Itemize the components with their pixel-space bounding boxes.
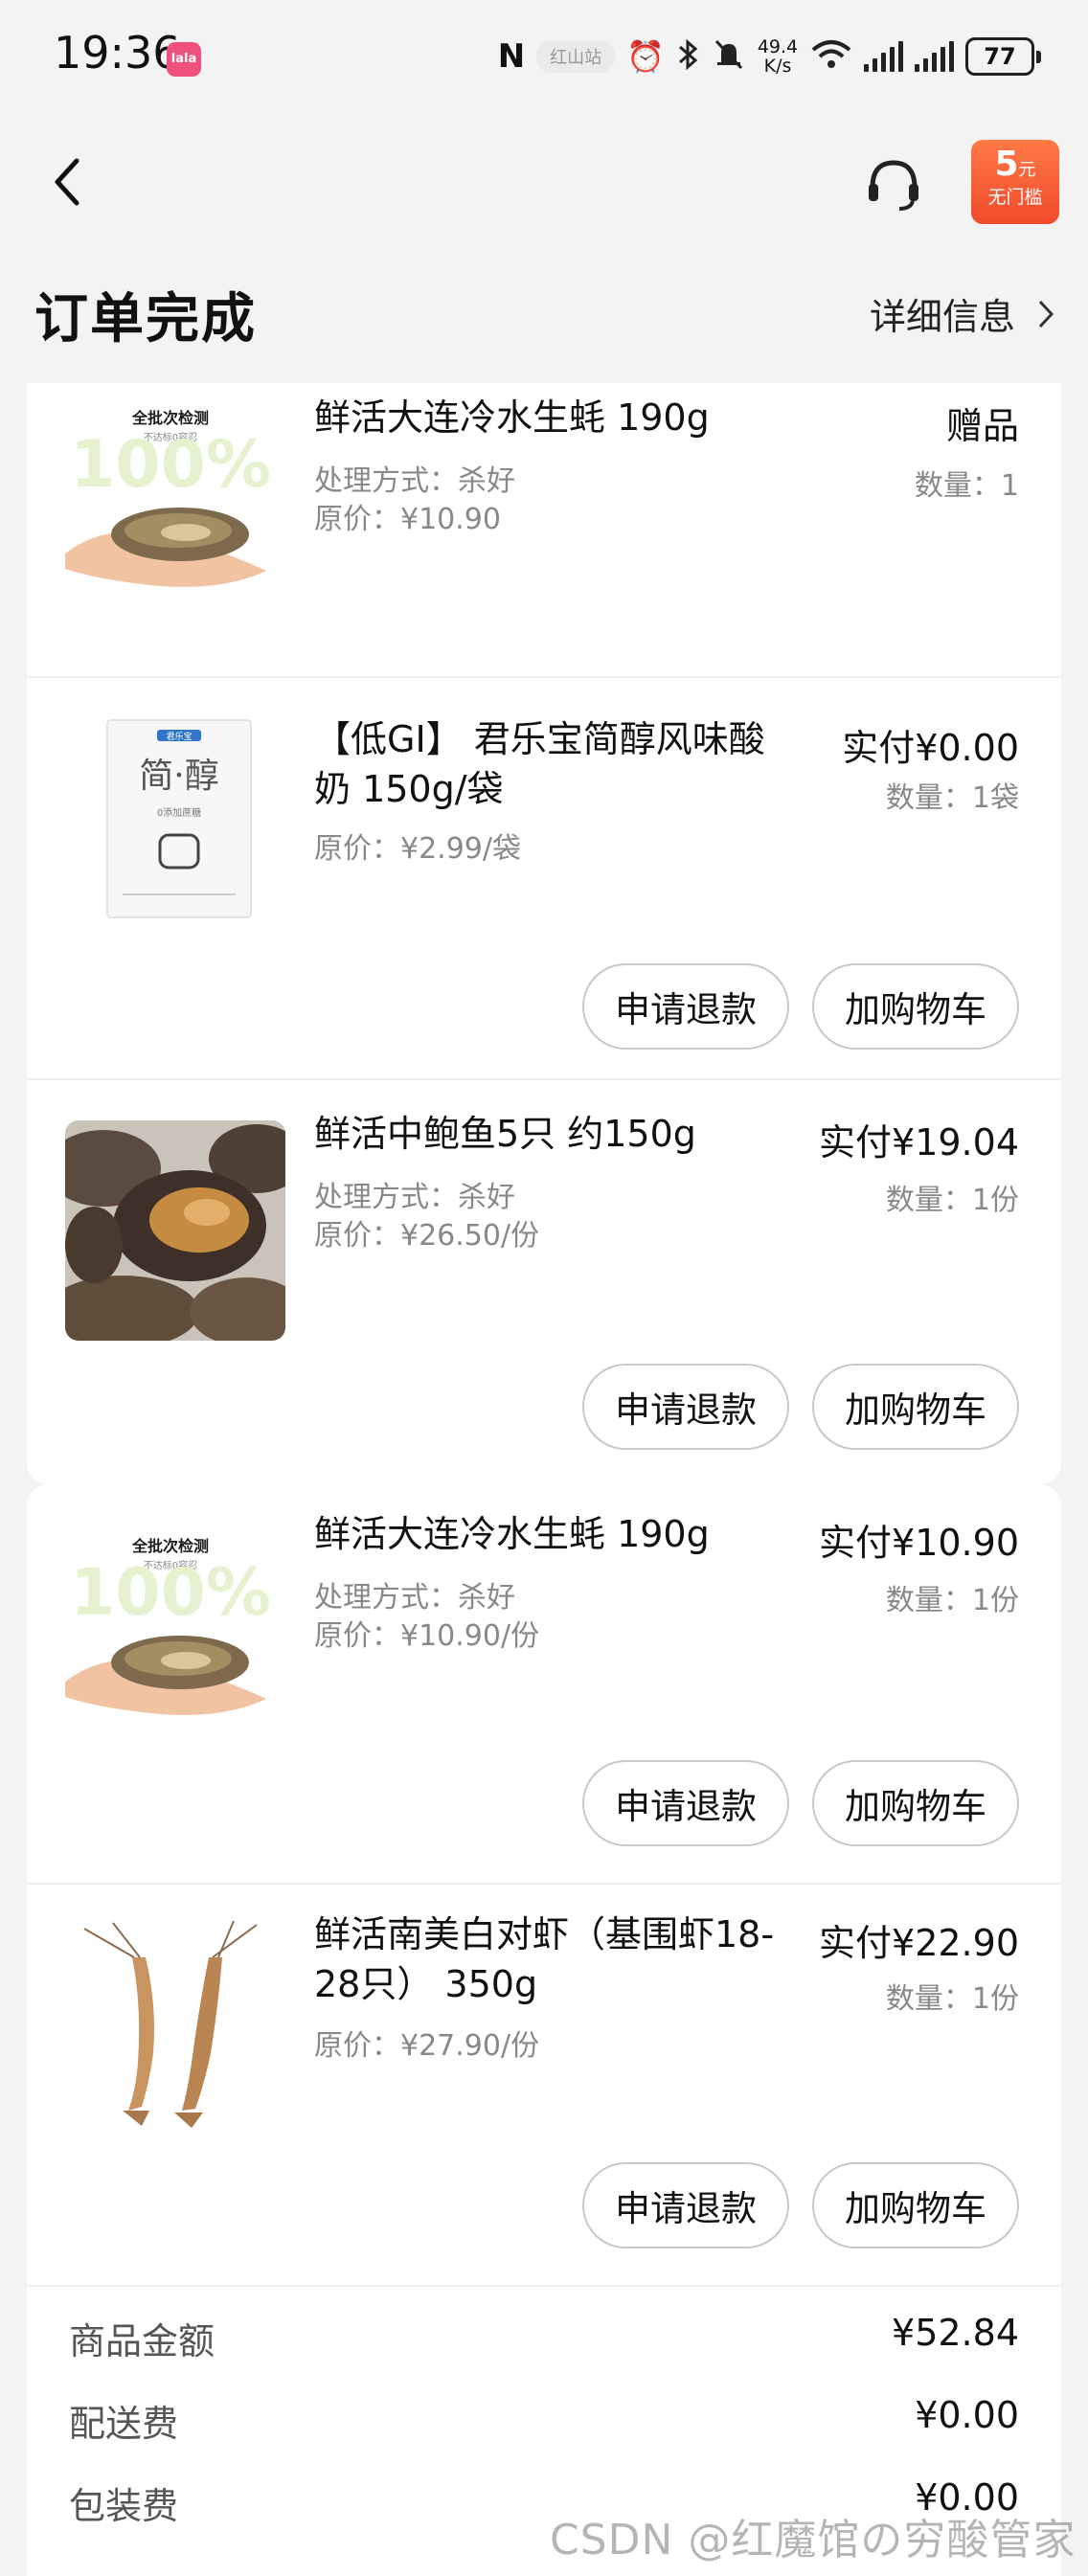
item-name: 鲜活南美白对虾（基围虾18-28只） 350g	[314, 1913, 775, 2005]
refund-button[interactable]: 申请退款	[582, 2162, 789, 2248]
refund-button[interactable]: 申请退款	[582, 963, 789, 1050]
summary-row-goods-amount: 商品金额 ¥52.84	[69, 2312, 1019, 2388]
summary-label: 包装费	[69, 2485, 179, 2527]
detail-info-link[interactable]: 详细信息	[870, 287, 1055, 340]
oyster-image: 全批次检测 不达标0容忍 100%	[65, 391, 285, 611]
item-original-price: 原价：¥27.90/份	[314, 2029, 540, 2063]
item-original-price: 原价：¥10.90	[314, 503, 501, 536]
item-name: 鲜活大连冷水生蚝 190g	[314, 396, 710, 439]
item-paid-price: 实付¥22.90	[819, 1922, 1019, 1964]
order-complete-page: 19:36 lala N 红山站 ⏰ 49.4 K/s 77 5元 无门槛 订单…	[0, 0, 1088, 2576]
nfc-icon: N	[497, 37, 526, 76]
order-item[interactable]: 全批次检测 不达标0容忍 100% 鲜活大连冷水生蚝 190g 处理方式：杀好 …	[27, 383, 1061, 678]
item-quantity: 数量：1	[914, 469, 1019, 503]
summary-label: 配送费	[69, 2403, 179, 2445]
item-quantity: 数量：1份	[885, 1982, 1019, 2016]
customer-service-button[interactable]	[855, 146, 932, 222]
item-process: 处理方式：杀好	[314, 1181, 515, 1214]
coupon-badge[interactable]: 5元 无门槛	[971, 140, 1059, 224]
refund-button[interactable]: 申请退款	[582, 1760, 789, 1846]
item-paid-price: 实付¥10.90	[819, 1522, 1019, 1564]
add-to-cart-button[interactable]: 加购物车	[812, 963, 1019, 1050]
thumb-big-text: 100%	[70, 1555, 271, 1631]
chevron-right-icon	[1038, 300, 1054, 328]
nav-bar: 5元 无门槛	[0, 124, 1088, 239]
order-header: 订单完成 详细信息	[0, 268, 1088, 364]
headset-icon	[869, 160, 918, 211]
add-to-cart-button[interactable]: 加购物车	[812, 1364, 1019, 1450]
watermark: CSDN @红魔馆の穷酸管家	[550, 2516, 1077, 2565]
status-time: 19:36	[54, 27, 181, 79]
summary-label: 商品金额	[69, 2320, 215, 2362]
item-paid-price: 实付¥0.00	[842, 727, 1019, 769]
yogurt-image: 君乐宝 简·醇 0添加蔗糖	[65, 712, 285, 933]
oyster-image: 全批次检测 不达标0容忍 100%	[65, 1519, 285, 1739]
item-name: 鲜活大连冷水生蚝 190g	[314, 1513, 710, 1555]
item-original-price: 原价：¥2.99/袋	[314, 832, 521, 866]
mute-icon	[713, 37, 745, 76]
item-name: 鲜活中鲍鱼5只 约150g	[314, 1113, 696, 1155]
summary-row-delivery-fee: 配送费 ¥0.00	[69, 2394, 1019, 2471]
status-icons: N 红山站 ⏰ 49.4 K/s 77	[497, 33, 1041, 80]
carrier-label: 红山站	[536, 40, 616, 73]
order-card-1: 全批次检测 不达标0容忍 100% 鲜活大连冷水生蚝 190g 处理方式：杀好 …	[27, 383, 1061, 1484]
network-speed: 49.4 K/s	[757, 36, 799, 77]
thumb-banner: 全批次检测	[131, 1537, 209, 1555]
pkg-sub: 0添加蔗糖	[157, 806, 201, 819]
detail-info-label: 详细信息	[869, 296, 1015, 338]
add-to-cart-button[interactable]: 加购物车	[812, 2162, 1019, 2248]
order-item[interactable]: 全批次检测 不达标0容忍 100% 鲜活大连冷水生蚝 190g 处理方式：杀好 …	[27, 1484, 1061, 1885]
coupon-unit: 元	[1018, 160, 1036, 180]
item-original-price: 原价：¥26.50/份	[314, 1219, 540, 1253]
add-to-cart-button[interactable]: 加购物车	[812, 1760, 1019, 1846]
summary-value: ¥0.00	[915, 2394, 1019, 2436]
signal-2-icon	[915, 41, 954, 72]
order-item[interactable]: 鲜活中鲍鱼5只 约150g 处理方式：杀好 原价：¥26.50/份 实付¥19.…	[27, 1080, 1061, 1484]
order-item[interactable]: 鲜活南美白对虾（基围虾18-28只） 350g 原价：¥27.90/份 实付¥2…	[27, 1885, 1061, 2287]
gift-label: 赠品	[945, 405, 1019, 447]
signal-1-icon	[864, 41, 903, 72]
status-bar: 19:36 lala N 红山站 ⏰ 49.4 K/s 77	[0, 0, 1088, 111]
alarm-icon: ⏰	[626, 38, 665, 75]
pkg-brand: 君乐宝	[166, 731, 192, 742]
coupon-amount: 5	[994, 145, 1019, 184]
item-original-price: 原价：¥10.90/份	[314, 1619, 540, 1653]
item-name: 【低GI】 君乐宝简醇风味酸奶 150g/袋	[314, 718, 765, 810]
shrimp-image	[65, 1919, 285, 2139]
coupon-text: 无门槛	[987, 187, 1043, 208]
refund-button[interactable]: 申请退款	[582, 1364, 789, 1450]
order-item[interactable]: 君乐宝 简·醇 0添加蔗糖 【低GI】 君乐宝简醇风味酸奶 150g/袋 原价：…	[27, 678, 1061, 1080]
page-title: 订单完成	[34, 288, 257, 350]
item-process: 处理方式：杀好	[314, 1581, 515, 1615]
bluetooth-icon	[676, 37, 701, 76]
abalone-image	[65, 1120, 285, 1341]
battery-icon: 77	[965, 37, 1041, 76]
thumb-banner: 全批次检测	[131, 409, 209, 427]
back-arrow-icon	[55, 158, 79, 206]
item-quantity: 数量：1袋	[885, 781, 1019, 815]
item-quantity: 数量：1份	[885, 1584, 1019, 1617]
item-process: 处理方式：杀好	[314, 464, 515, 498]
item-quantity: 数量：1份	[885, 1184, 1019, 1217]
order-card-2: 全批次检测 不达标0容忍 100% 鲜活大连冷水生蚝 190g 处理方式：杀好 …	[27, 1484, 1061, 2576]
pkg-title: 简·醇	[139, 757, 218, 796]
thumb-big-text: 100%	[70, 427, 271, 503]
app-badge-icon: lala	[167, 42, 201, 77]
back-button[interactable]	[29, 144, 105, 220]
item-paid-price: 实付¥19.04	[819, 1121, 1019, 1164]
summary-value: ¥52.84	[892, 2312, 1019, 2354]
wifi-icon	[810, 38, 852, 75]
